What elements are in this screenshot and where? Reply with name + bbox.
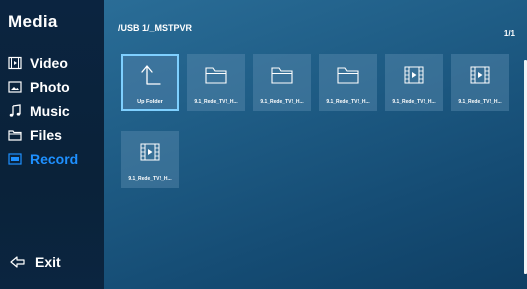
tile-label: 9.1_Rede_TV!_H...	[326, 99, 370, 105]
up-arrow-icon	[141, 65, 161, 85]
video-file-tile[interactable]: 9.1_Rede_TV!_H...	[385, 54, 443, 111]
folder-icon	[8, 130, 22, 141]
current-path: /USB 1/_MSTPVR	[118, 23, 193, 33]
sidebar-item-music[interactable]: Music	[8, 99, 78, 123]
sidebar-item-label: Music	[30, 103, 70, 119]
exit-button[interactable]: Exit	[10, 254, 61, 270]
sidebar-menu: Video Photo Music Files Record	[8, 51, 78, 171]
sidebar-item-label: Video	[30, 55, 68, 71]
folder-icon	[205, 67, 227, 84]
back-arrow-icon	[10, 256, 25, 268]
video-file-tile[interactable]: 9.1_Rede_TV!_H...	[121, 131, 179, 188]
up-folder-tile[interactable]: Up Folder	[121, 54, 179, 111]
folder-icon	[271, 67, 293, 84]
tile-label: 9.1_Rede_TV!_H...	[194, 99, 238, 105]
tile-label: Up Folder	[137, 99, 163, 105]
sidebar-item-video[interactable]: Video	[8, 51, 78, 75]
folder-tile[interactable]: 9.1_Rede_TV!_H...	[187, 54, 245, 111]
folder-icon	[337, 67, 359, 84]
music-icon	[9, 104, 21, 117]
video-file-tile[interactable]: 9.1_Rede_TV!_H...	[451, 54, 509, 111]
sidebar-item-label: Record	[30, 151, 79, 167]
sidebar-item-label: Files	[30, 127, 62, 143]
video-file-icon	[404, 66, 424, 84]
sidebar-title: Media	[8, 12, 58, 31]
folder-tile[interactable]: 9.1_Rede_TV!_H...	[319, 54, 377, 111]
tile-label: 9.1_Rede_TV!_H...	[260, 99, 304, 105]
sidebar-item-label: Photo	[30, 79, 70, 95]
photo-icon	[8, 81, 22, 93]
sidebar-item-record[interactable]: Record	[8, 147, 78, 171]
video-icon	[8, 56, 22, 70]
video-file-icon	[140, 143, 160, 161]
file-browser: /USB 1/_MSTPVR 1/1 Up Folder 9.1_Rede_TV…	[104, 0, 527, 289]
record-icon	[8, 153, 22, 165]
sidebar-item-files[interactable]: Files	[8, 123, 78, 147]
sidebar: Media Video Photo Music Files Record Exi…	[0, 0, 104, 289]
tile-label: 9.1_Rede_TV!_H...	[392, 99, 436, 105]
exit-label: Exit	[35, 254, 61, 270]
tile-label: 9.1_Rede_TV!_H...	[458, 99, 502, 105]
sidebar-item-photo[interactable]: Photo	[8, 75, 78, 99]
tile-label: 9.1_Rede_TV!_H...	[128, 176, 172, 182]
page-indicator: 1/1	[503, 29, 515, 38]
video-file-icon	[470, 66, 490, 84]
folder-tile[interactable]: 9.1_Rede_TV!_H...	[253, 54, 311, 111]
